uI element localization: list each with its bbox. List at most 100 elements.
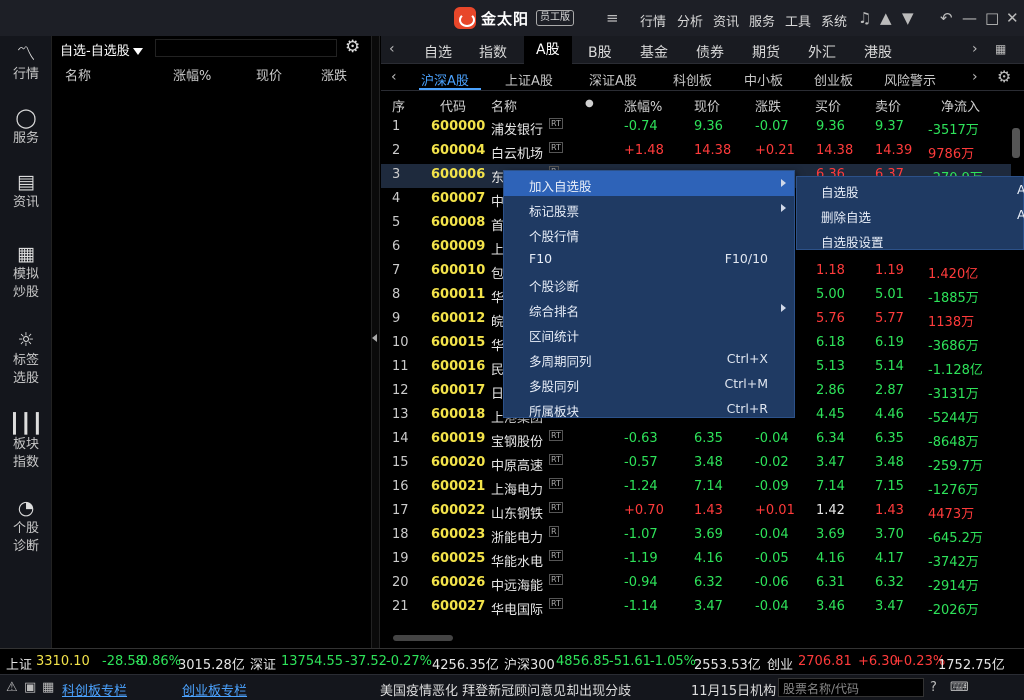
- context-menu-item[interactable]: 所属板块 Ctrl+R: [504, 396, 794, 421]
- table-row[interactable]: 19 600025 华能水电 RT -1.19 4.16 -0.05 4.16 4.17 -374…: [381, 548, 1011, 572]
- menu-analysis[interactable]: 分析: [677, 11, 703, 30]
- table-row[interactable]: 15 600020 中原高速 RT -0.57 3.48 -0.02 3.47 3.48 -259…: [381, 452, 1011, 476]
- vertical-scrollbar[interactable]: [1012, 128, 1020, 158]
- chinext-column-link[interactable]: 创业板专栏: [182, 680, 247, 699]
- context-menu-item[interactable]: 加入自选股: [504, 171, 794, 196]
- tab-hk-stocks[interactable]: 港股: [864, 42, 892, 62]
- table-row[interactable]: 20 600026 中远海能 RT -0.94 6.32 -0.06 6.31 6.32 -291…: [381, 572, 1011, 596]
- ticker-sh-label[interactable]: 上证: [6, 654, 32, 673]
- sidebar-item-simulate[interactable]: ▦ 模拟 炒股: [0, 242, 52, 302]
- table-row[interactable]: 2 600004 白云机场 RT +1.48 14.38 +0.21 14.38 14.39 97…: [381, 140, 1011, 164]
- table-row[interactable]: 18 600023 浙能电力 R -1.07 3.69 -0.04 3.69 3.70 -645.…: [381, 524, 1011, 548]
- context-menu-item[interactable]: 综合排名: [504, 296, 794, 321]
- chart-icon[interactable]: ▣: [24, 680, 36, 695]
- ticker-hs-label[interactable]: 沪深300: [504, 654, 555, 673]
- more-icon[interactable]: ▦: [995, 42, 1006, 56]
- context-menu-item[interactable]: F10 F10/10: [504, 246, 794, 271]
- table-row[interactable]: 21 600027 华电国际 RT -1.14 3.47 -0.04 3.46 3.47 -202…: [381, 596, 1011, 620]
- notification-icon[interactable]: ▲: [880, 9, 892, 27]
- subtab-star-market[interactable]: 科创板: [673, 70, 712, 89]
- minimize-icon[interactable]: —: [962, 9, 977, 27]
- table-row[interactable]: 14 600019 宝钢股份 RT -0.63 6.35 -0.04 6.34 6.35 -864…: [381, 428, 1011, 452]
- context-menu-item[interactable]: 区间统计: [504, 321, 794, 346]
- stock-search-input[interactable]: 股票名称/代码: [778, 678, 924, 697]
- table-row[interactable]: 1 600000 浦发银行 RT -0.74 9.36 -0.07 9.36 9.37 -3517…: [381, 116, 1011, 140]
- subtab-sme[interactable]: 中小板: [744, 70, 783, 89]
- subtab-hs-a[interactable]: 沪深A股: [421, 70, 469, 89]
- menu-tools[interactable]: 工具: [785, 11, 811, 30]
- tab-forex[interactable]: 外汇: [808, 42, 836, 62]
- tab-futures[interactable]: 期货: [752, 42, 780, 62]
- col-index[interactable]: 序: [392, 96, 405, 115]
- subtab-chinext[interactable]: 创业板: [814, 70, 853, 89]
- table-row[interactable]: 16 600021 上海电力 RT -1.24 7.14 -0.09 7.14 7.15 -127…: [381, 476, 1011, 500]
- ticker-cy-label[interactable]: 创业: [767, 654, 793, 673]
- col-bid[interactable]: 买价: [815, 96, 841, 115]
- watchlist-selector[interactable]: 自选-自选股: [60, 40, 143, 59]
- watchlist-col-name[interactable]: 名称: [65, 65, 91, 84]
- grid-icon[interactable]: ▦: [42, 680, 54, 695]
- context-menu-item[interactable]: 多周期同列 Ctrl+X: [504, 346, 794, 371]
- context-menu-item[interactable]: 个股行情: [504, 221, 794, 246]
- watchlist-search-input[interactable]: [155, 39, 337, 57]
- help-icon[interactable]: ?: [930, 680, 937, 695]
- tabs-prev-icon[interactable]: ‹: [389, 41, 395, 57]
- subtab-sz-a[interactable]: 深证A股: [589, 70, 637, 89]
- gear-icon[interactable]: ⚙: [345, 37, 360, 57]
- menu-news[interactable]: 资讯: [713, 11, 739, 30]
- sidebar-item-service[interactable]: ◯ 服务: [0, 106, 52, 148]
- bell-icon[interactable]: ♫: [858, 9, 871, 27]
- close-icon[interactable]: ✕: [1006, 9, 1019, 27]
- col-ask[interactable]: 卖价: [875, 96, 901, 115]
- info-icon[interactable]: ⚠: [6, 680, 18, 695]
- menu-service[interactable]: 服务: [749, 11, 775, 30]
- tab-index[interactable]: 指数: [479, 42, 507, 62]
- menu-system[interactable]: 系统: [821, 11, 847, 30]
- tab-watchlist[interactable]: 自选: [424, 42, 452, 62]
- gear-icon[interactable]: ⚙: [997, 67, 1011, 86]
- news-date[interactable]: 11月15日机构: [691, 680, 776, 699]
- maximize-icon[interactable]: □: [985, 9, 999, 27]
- menu-market[interactable]: 行情: [640, 11, 666, 30]
- subtab-sh-a[interactable]: 上证A股: [505, 70, 553, 89]
- back-icon[interactable]: ↶: [940, 9, 953, 27]
- ticker-sz-label[interactable]: 深证: [250, 654, 276, 673]
- subtab-risk-warning[interactable]: 风险警示: [884, 70, 936, 89]
- context-menu-item[interactable]: 标记股票: [504, 196, 794, 221]
- col-net-inflow[interactable]: 净流入: [941, 96, 980, 115]
- context-menu-item[interactable]: 多股同列 Ctrl+M: [504, 371, 794, 396]
- watchlist-col-change[interactable]: 涨跌: [321, 65, 347, 84]
- watchlist-col-price[interactable]: 现价: [256, 65, 282, 84]
- panel-splitter[interactable]: [371, 36, 380, 648]
- col-price[interactable]: 现价: [694, 96, 720, 115]
- keyboard-icon[interactable]: ⌨: [950, 680, 969, 695]
- skin-icon[interactable]: ▼: [902, 9, 914, 27]
- tab-a-shares[interactable]: A股: [524, 36, 572, 64]
- menu-toggle-icon[interactable]: ≡: [606, 9, 619, 27]
- sidebar-item-market[interactable]: 〽 行情: [0, 42, 52, 84]
- sidebar-item-diagnosis[interactable]: ◔ 个股 诊断: [0, 496, 52, 556]
- collapse-arrow-icon[interactable]: [372, 334, 377, 342]
- subtabs-prev-icon[interactable]: ‹: [391, 69, 397, 85]
- table-row[interactable]: 17 600022 山东钢铁 RT +0.70 1.43 +0.01 1.42 1.43 4473…: [381, 500, 1011, 524]
- watchlist-col-change-pct[interactable]: 涨幅%: [173, 65, 211, 84]
- col-change[interactable]: 涨跌: [755, 96, 781, 115]
- col-code[interactable]: 代码: [440, 96, 466, 115]
- context-menu-item[interactable]: 个股诊断: [504, 271, 794, 296]
- tab-funds[interactable]: 基金: [640, 42, 668, 62]
- subtabs-next-icon[interactable]: ›: [972, 69, 978, 85]
- sidebar-item-news[interactable]: ▤ 资讯: [0, 170, 52, 212]
- col-name[interactable]: 名称: [491, 96, 517, 115]
- horizontal-scrollbar[interactable]: [393, 635, 453, 641]
- tabs-next-icon[interactable]: ›: [972, 41, 978, 57]
- star-market-column-link[interactable]: 科创板专栏: [62, 680, 127, 699]
- sidebar-item-tag-select[interactable]: ☼ 标签 选股: [0, 328, 52, 388]
- sidebar-item-sector-index[interactable]: ┃┃┃ 板块 指数: [0, 412, 52, 472]
- submenu-item[interactable]: 自选股设置: [797, 227, 1024, 252]
- tab-bonds[interactable]: 债券: [696, 42, 724, 62]
- submenu-item[interactable]: 删除自选 A: [797, 202, 1024, 227]
- submenu-item[interactable]: 自选股 A: [797, 177, 1024, 202]
- col-marker[interactable]: ●: [585, 98, 594, 109]
- tab-b-shares[interactable]: B股: [588, 42, 612, 62]
- col-change-pct[interactable]: 涨幅%: [624, 96, 662, 115]
